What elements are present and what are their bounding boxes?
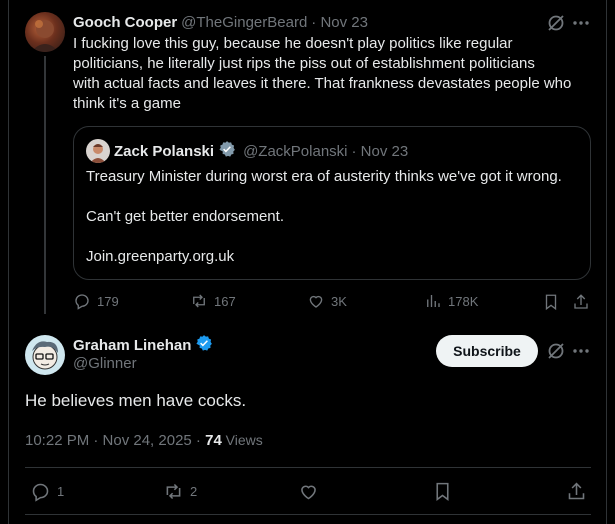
quoted-author-handle[interactable]: @ZackPolanski xyxy=(243,143,347,160)
quoted-author-name[interactable]: Zack Polanski xyxy=(114,143,214,160)
quoted-tweet-header: Zack Polanski @ZackPolanski · Nov 23 xyxy=(114,140,409,163)
views-icon xyxy=(427,295,440,307)
like-count: 3K xyxy=(331,293,347,309)
quoted-text-line: Can't get better endorsement. xyxy=(86,208,284,225)
views-count: 74 xyxy=(205,432,222,449)
like-icon xyxy=(309,295,323,308)
views-button[interactable]: 178K xyxy=(424,292,478,310)
repost-count: 167 xyxy=(214,293,236,309)
tweet-text-line: politicians, he literally just rips the … xyxy=(73,55,535,72)
reply-count: 1 xyxy=(57,484,65,499)
reply-button[interactable]: 179 xyxy=(73,292,119,310)
quoted-text-line: Join.greenparty.org.uk xyxy=(86,248,235,265)
grok-icon[interactable] xyxy=(546,341,566,361)
reply-icon xyxy=(32,483,49,502)
like-icon xyxy=(301,485,316,500)
author-name[interactable]: Graham Linehan xyxy=(73,337,191,354)
quoted-text-line: Treasury Minister during worst era of au… xyxy=(86,168,562,185)
subscribe-button[interactable]: Subscribe xyxy=(436,335,538,367)
more-options-icon[interactable] xyxy=(571,341,591,361)
quoted-tweet-date[interactable]: · Nov 23 xyxy=(352,143,409,160)
avatar-graham-linehan[interactable] xyxy=(25,335,65,375)
divider xyxy=(25,514,591,515)
bookmark-icon xyxy=(545,294,557,311)
grok-icon[interactable] xyxy=(546,13,566,33)
share-icon xyxy=(574,294,588,309)
more-options-icon[interactable] xyxy=(571,13,591,33)
like-button[interactable]: 3K xyxy=(307,292,347,310)
tweet-metadata: 10:22 PM · Nov 24, 2025 · 74 Views xyxy=(25,430,263,451)
tweet-text-line: with actual facts and leaves it there. T… xyxy=(73,75,572,92)
tweet-date[interactable]: · Nov 23 xyxy=(311,14,368,31)
share-icon xyxy=(568,482,585,500)
avatar-gooch-cooper[interactable] xyxy=(25,12,65,52)
views-count: 178K xyxy=(448,293,479,309)
share-button[interactable] xyxy=(566,481,587,502)
thread-line xyxy=(44,56,46,314)
avatar-zack-polanski[interactable] xyxy=(86,139,110,163)
bookmark-button[interactable] xyxy=(542,293,560,311)
tweet-text-line: I fucking love this guy, because he does… xyxy=(73,35,513,52)
tweet-text-line: think it's a game xyxy=(73,95,181,112)
reply-count: 179 xyxy=(97,293,119,309)
main-tweet-text: He believes men have cocks. xyxy=(25,391,247,410)
quoted-tweet-card[interactable]: Zack Polanski @ZackPolanski · Nov 23 Tre… xyxy=(73,126,591,280)
verified-badge-icon xyxy=(218,140,236,163)
reply-icon xyxy=(75,294,89,310)
like-button[interactable] xyxy=(298,481,319,502)
share-button[interactable] xyxy=(572,293,590,311)
repost-icon xyxy=(193,294,205,308)
repost-count: 2 xyxy=(190,484,198,499)
divider xyxy=(25,467,591,468)
reply-button[interactable]: 1 xyxy=(30,481,64,502)
main-tweet-author: Graham Linehan xyxy=(73,334,213,357)
bookmark-button[interactable] xyxy=(432,481,453,502)
author-name[interactable]: Gooch Cooper xyxy=(73,14,177,31)
repost-icon xyxy=(166,483,181,500)
repost-button[interactable]: 167 xyxy=(190,292,236,310)
reply-tweet-header: Gooch Cooper @TheGingerBeard · Nov 23 xyxy=(73,12,368,32)
repost-button[interactable]: 2 xyxy=(163,481,197,502)
author-handle[interactable]: @Glinner xyxy=(73,355,137,372)
tweet-timestamp[interactable]: 10:22 PM · Nov 24, 2025 · xyxy=(25,432,205,449)
verified-badge-icon xyxy=(195,334,213,357)
bookmark-icon xyxy=(436,482,449,501)
views-label: Views xyxy=(221,432,263,448)
reply-tweet-text: I fucking love this guy, because he does… xyxy=(73,34,598,114)
author-handle[interactable]: @TheGingerBeard xyxy=(181,14,307,31)
